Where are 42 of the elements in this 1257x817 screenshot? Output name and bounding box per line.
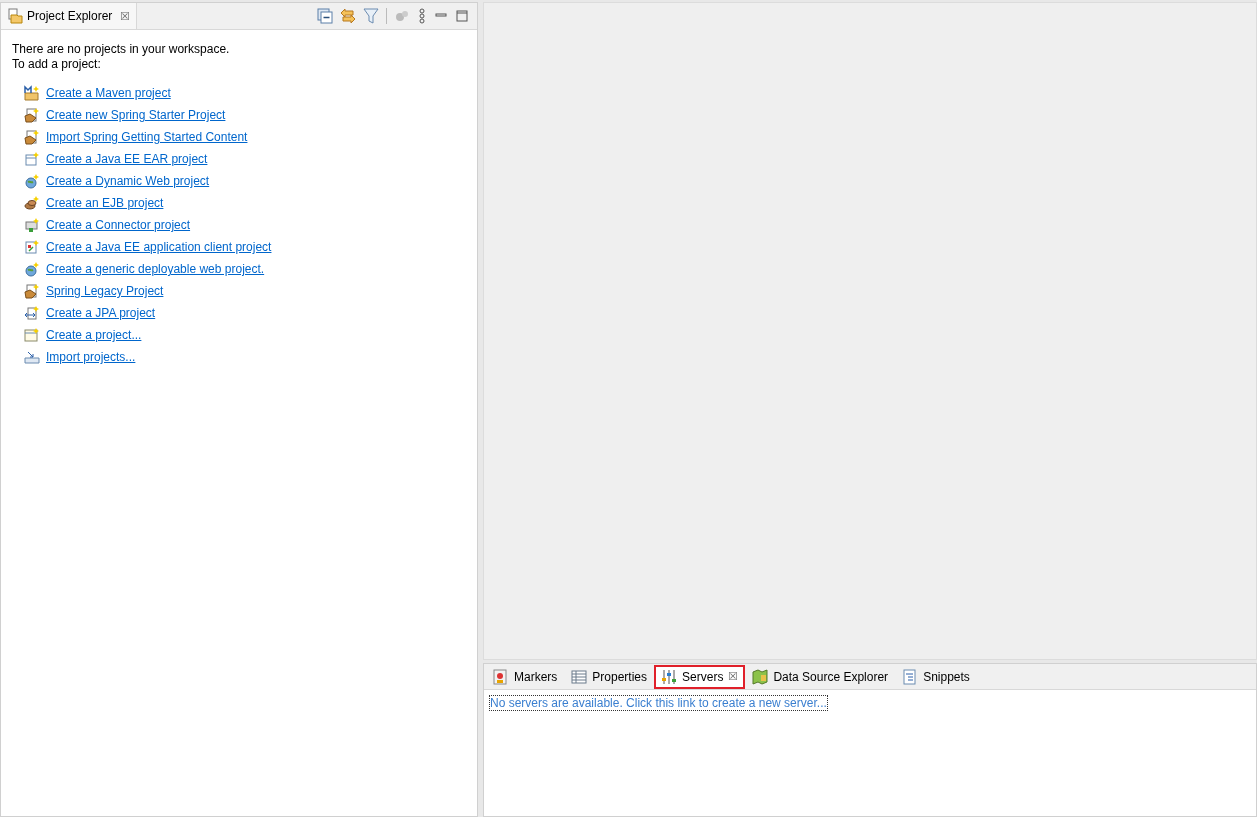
wizard-link[interactable]: Import projects... — [46, 350, 136, 364]
view-tab[interactable]: Properties — [564, 664, 655, 689]
maximize-icon[interactable] — [455, 8, 469, 24]
wizard-link[interactable]: Spring Legacy Project — [46, 284, 164, 298]
map-icon — [752, 668, 769, 685]
wizard-link[interactable]: Import Spring Getting Started Content — [46, 130, 248, 144]
document-list-icon — [902, 668, 919, 685]
markers-icon — [493, 668, 509, 685]
sliders-icon — [661, 668, 678, 685]
view-tab[interactable]: Servers ☒ — [654, 664, 746, 689]
table-icon — [571, 668, 588, 685]
close-icon[interactable]: ☒ — [728, 670, 739, 683]
message-text: There are no projects in your workspace. — [12, 42, 231, 57]
wizard-link[interactable]: Create a Maven project — [46, 86, 171, 100]
filter-icon[interactable] — [363, 8, 379, 24]
globe-star-icon — [24, 173, 40, 189]
view-tab[interactable]: Snippets — [895, 664, 977, 689]
wizard-link[interactable]: Create new Spring Starter Project — [46, 108, 226, 122]
import-tray-icon — [24, 349, 40, 365]
connector-star-icon — [24, 217, 40, 233]
wizard-link[interactable]: Create a Java EE EAR project — [46, 152, 208, 166]
create-server-link[interactable]: No servers are available. Click this link to create a new server... — [490, 696, 827, 710]
wizard-link[interactable]: Create a Dynamic Web project — [46, 174, 210, 188]
maven-folder-icon — [24, 85, 40, 101]
wizard-link[interactable]: Create a project... — [46, 328, 142, 342]
wizard-link[interactable]: Create an EJB project — [46, 196, 164, 210]
wizard-link[interactable]: Create a Connector project — [46, 218, 191, 232]
wizard-link[interactable]: Create a JPA project — [46, 306, 156, 320]
close-icon[interactable]: ☒ — [120, 9, 131, 23]
view-menu-icon[interactable] — [417, 8, 427, 24]
collapse-all-icon[interactable] — [317, 8, 333, 24]
wizard-link[interactable]: Create a Java EE application client project — [46, 240, 272, 254]
project-explorer-tab[interactable]: Project Explorer ☒ — [1, 3, 138, 29]
view-tab[interactable]: Markers — [486, 664, 565, 689]
message-text: To add a project: — [12, 57, 102, 72]
folder-document-icon — [7, 8, 23, 24]
beans-star-icon — [24, 195, 40, 211]
gears-icon[interactable] — [394, 8, 410, 24]
view-tab[interactable]: Data Source Explorer — [745, 664, 896, 689]
globe-star-icon — [24, 261, 40, 277]
link-arrows-icon[interactable] — [340, 8, 356, 24]
wizard-link[interactable]: Create a generic deployable web project. — [46, 262, 265, 276]
